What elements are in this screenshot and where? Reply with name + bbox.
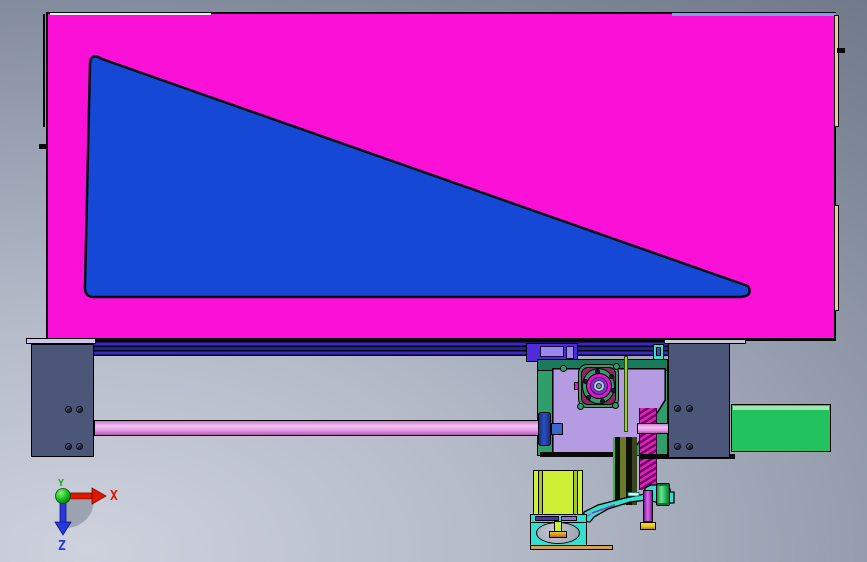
z-axis-label: Z xyxy=(58,539,66,554)
cad-viewport[interactable]: Y X Z xyxy=(0,0,867,562)
motor-edge-right xyxy=(573,471,578,514)
right-end-bracket[interactable] xyxy=(668,343,730,458)
motor-edge-left xyxy=(538,471,543,514)
motor-shaft-washer xyxy=(549,531,567,538)
panel-top-edge-left xyxy=(50,12,211,15)
flange-key-tab xyxy=(574,382,579,390)
panel-top-edge-right xyxy=(672,12,836,16)
bolt-hole-icon xyxy=(674,443,681,450)
guide-pin xyxy=(624,356,628,432)
side-block[interactable] xyxy=(731,404,831,452)
orientation-triad: Y X Z xyxy=(54,478,118,554)
carriage-slider-right xyxy=(566,346,574,359)
x-axis-arrowhead xyxy=(91,487,107,505)
panel-side-strip-lower xyxy=(834,205,839,311)
rail-end-clamp-insert xyxy=(656,347,661,356)
lead-screw-end xyxy=(637,423,670,434)
panel-tab-right xyxy=(837,48,845,53)
panel-tab-left xyxy=(39,144,46,149)
bolt-hole-icon xyxy=(65,443,72,450)
bolt-hole-icon xyxy=(76,443,83,450)
base-plate[interactable] xyxy=(530,545,613,550)
bolt-hole-icon xyxy=(65,406,72,413)
plate-bolt-icon xyxy=(612,402,619,409)
adjuster-shaft[interactable] xyxy=(643,490,653,522)
guide-cylinder[interactable] xyxy=(656,483,670,506)
plate-bolt-icon xyxy=(613,363,620,370)
x-axis-label: X xyxy=(110,489,118,504)
triangular-pocket[interactable] xyxy=(46,12,832,337)
plate-bolt-icon xyxy=(577,403,584,410)
carriage-slider-left xyxy=(540,346,564,357)
adjuster-washer xyxy=(640,522,656,530)
plate-bolt-icon xyxy=(560,365,567,372)
work-panel[interactable] xyxy=(46,12,836,341)
flange-bolt-icon xyxy=(611,388,616,393)
side-block-highlight xyxy=(733,406,829,410)
left-end-bracket[interactable] xyxy=(31,344,94,457)
triad-origin-ball xyxy=(55,488,71,504)
panel-edge-line xyxy=(43,14,45,127)
bolt-hole-icon xyxy=(674,405,681,412)
coil-spring[interactable] xyxy=(639,408,657,490)
panel-side-strip-upper xyxy=(834,15,839,127)
z-axis-arrow xyxy=(59,501,67,523)
screw-collar[interactable] xyxy=(538,412,551,446)
bolt-hole-icon xyxy=(686,405,693,412)
bolt-hole-icon xyxy=(686,443,693,450)
linear-rail[interactable] xyxy=(94,341,668,356)
flange-bolt-icon xyxy=(600,399,605,404)
bearing-hub-shaft xyxy=(596,383,602,389)
bolt-hole-icon xyxy=(76,406,83,413)
screw-stub xyxy=(551,423,563,435)
motor-mount-pad-right xyxy=(561,516,577,521)
z-axis-arrowhead xyxy=(54,521,72,536)
y-axis-label: Y xyxy=(58,478,64,489)
lead-screw[interactable] xyxy=(94,420,540,436)
